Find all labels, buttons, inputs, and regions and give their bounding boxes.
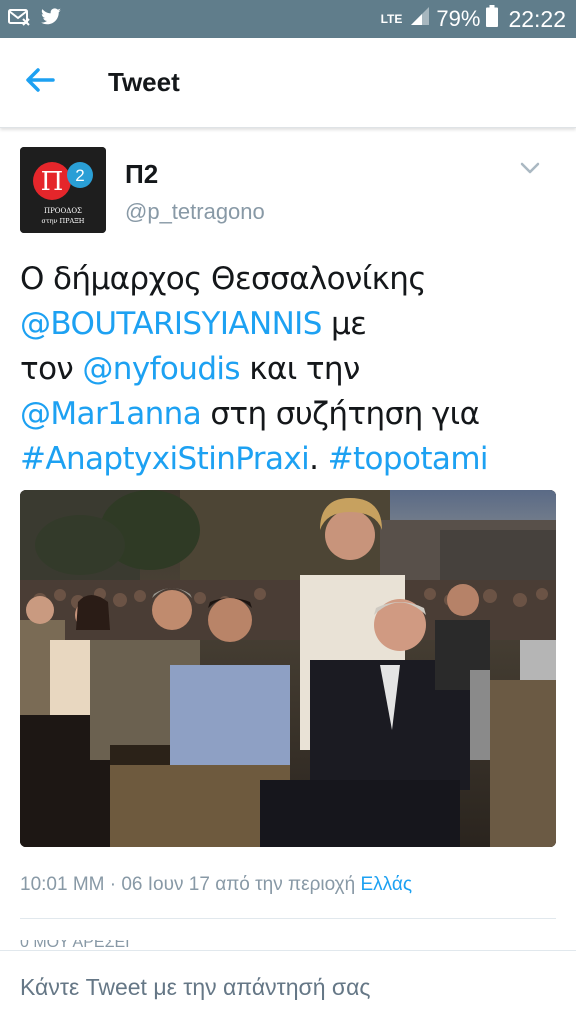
tweet-text: Ο δήμαρχος Θεσσαλονίκης @BOUTARISYIANNIS… bbox=[20, 257, 560, 482]
battery-percent: 79% bbox=[436, 6, 481, 31]
avatar[interactable]: Π 2 ΠΡΟΟΔΟΣ στην ΠΡΑΞΗ bbox=[20, 147, 106, 233]
avatar-line2: στην ΠΡΑΞΗ bbox=[42, 217, 85, 225]
page-title: Tweet bbox=[108, 67, 180, 97]
tweet-header: Π 2 ΠΡΟΟΔΟΣ στην ΠΡΑΞΗ Π2 @p_tetragono bbox=[20, 147, 556, 235]
user-handle[interactable]: @p_tetragono bbox=[125, 199, 265, 225]
back-button[interactable] bbox=[0, 38, 80, 128]
mention-link[interactable]: @Mar1anna bbox=[20, 396, 202, 432]
tweet-options-button[interactable] bbox=[520, 161, 540, 179]
avatar-letter: Π bbox=[41, 167, 64, 197]
reply-bar bbox=[0, 950, 576, 1024]
tweet-text-segment: . bbox=[309, 441, 328, 477]
reply-input[interactable] bbox=[20, 974, 540, 1001]
chevron-down-icon bbox=[520, 161, 540, 178]
hashtag-link[interactable]: #topotami bbox=[328, 441, 489, 477]
divider bbox=[20, 918, 556, 919]
tweet-text-segment: με bbox=[321, 306, 367, 342]
tweet-text-segment: και την bbox=[239, 351, 360, 387]
tweet-timestamp: 10:01 ΜΜ · 06 Ιουν 17 bbox=[20, 874, 210, 895]
likes-count-peek: 0 ΜΟΥ ΑΡΕΣΕΙ bbox=[20, 940, 160, 948]
location-prefix: από την περιοχή bbox=[215, 874, 356, 895]
avatar-line1: ΠΡΟΟΔΟΣ bbox=[44, 207, 82, 215]
tweet-text-segment: τον bbox=[20, 351, 83, 387]
clock: 22:22 bbox=[508, 5, 566, 32]
battery-icon bbox=[486, 5, 499, 33]
tweet-photo[interactable] bbox=[20, 490, 556, 847]
hashtag-link[interactable]: #AnaptyxiStinPraxi bbox=[20, 441, 310, 477]
twitter-bird-icon bbox=[40, 7, 62, 31]
avatar-badge: 2 bbox=[75, 166, 84, 185]
tweet-text-segment: Ο δήμαρχος Θεσσαλονίκης bbox=[20, 261, 427, 297]
tweet-meta: 10:01 ΜΜ · 06 Ιουν 17 από την περιοχή Ελ… bbox=[20, 874, 412, 896]
status-bar: LTE 79% 22:22 bbox=[0, 0, 576, 38]
mention-link[interactable]: @nyfoudis bbox=[82, 351, 240, 387]
mail-icon bbox=[8, 8, 30, 31]
mention-link[interactable]: @BOUTARISYIANNIS bbox=[20, 306, 322, 342]
location-link[interactable]: Ελλάς bbox=[361, 874, 413, 895]
network-type: LTE bbox=[380, 12, 403, 26]
signal-icon bbox=[410, 6, 430, 32]
tweet-text-segment: στη συζήτηση για bbox=[201, 396, 480, 432]
display-name[interactable]: Π2 bbox=[125, 159, 158, 190]
arrow-left-icon bbox=[25, 67, 55, 98]
app-bar: Tweet bbox=[0, 38, 576, 128]
